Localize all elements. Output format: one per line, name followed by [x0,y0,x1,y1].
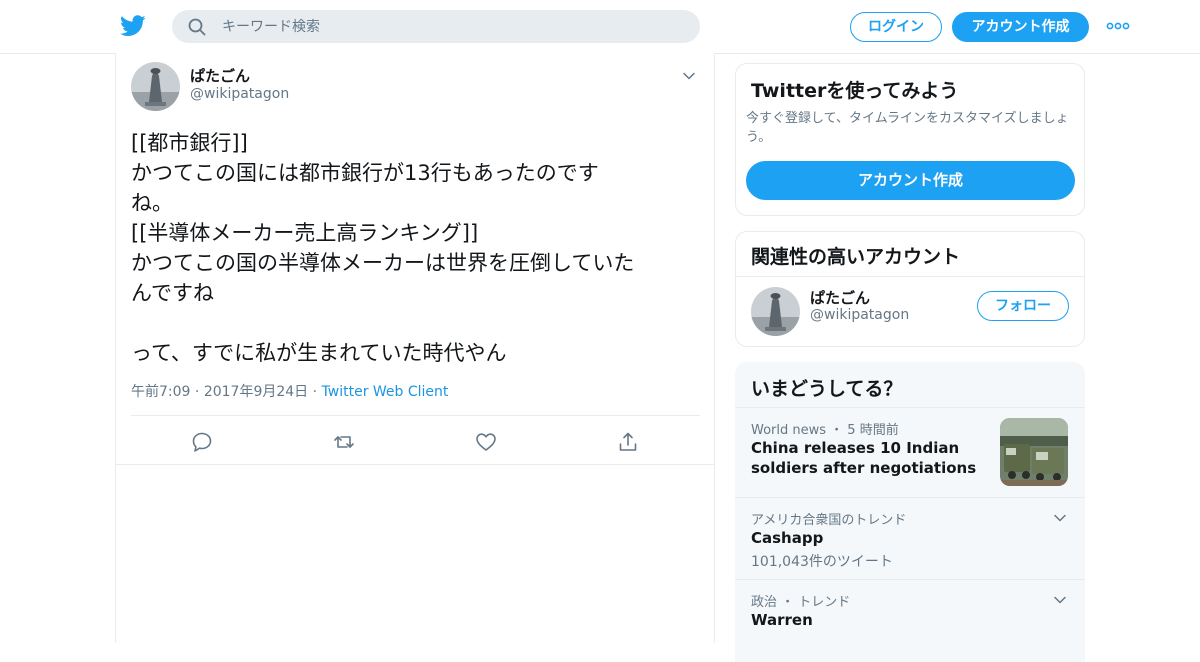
tweet-text: [[都市銀行]] かつてこの国には都市銀行が13行もあったのです ね。 [[半導… [131,131,635,365]
signup-card-description: 今すぐ登録して、タイムラインをカスタマイズしましょう。 [746,111,1069,145]
chevron-down-icon[interactable] [1053,511,1067,525]
search-bar[interactable] [172,10,700,43]
more-options-icon[interactable] [1106,18,1130,34]
trend-name: China releases 10 Indian soldiers after … [751,439,977,477]
divider [736,276,1084,277]
avatar[interactable] [131,62,180,111]
tweet-author-name[interactable]: ぱたごん [190,65,250,86]
login-button[interactable]: ログイン [850,12,942,42]
related-accounts-card: 関連性の高いアカウント ぱたごん @wikipatagon フォロー [735,231,1085,347]
trend-item[interactable]: World news ・ 5 時間前 China releases 10 Ind… [735,408,1085,497]
tweet-column: ぱたごん @wikipatagon [[都市銀行]] かつてこの国には都市銀行が… [115,53,715,643]
follow-button[interactable]: フォロー [977,291,1069,321]
heart-icon[interactable] [475,431,497,453]
twitter-logo-icon[interactable] [120,14,146,38]
signup-button[interactable]: アカウント作成 [952,12,1089,42]
related-accounts-title: 関連性の高いアカウント [751,246,961,268]
search-input[interactable] [222,10,662,43]
trend-tweet-count: 101,043件のツイート [751,554,893,570]
trend-item[interactable]: 政治 ・ トレンド Warren [735,580,1085,640]
trend-context: 政治 ・ トレンド [751,595,851,610]
tweet-date[interactable]: 2017年9月24日 [204,384,308,400]
related-account-name[interactable]: ぱたごん [810,287,870,308]
trends-title: いまどうしてる？ [751,378,903,400]
trend-item[interactable]: アメリカ合衆国のトレンド Cashapp 101,043件のツイート [735,498,1085,579]
signup-card-title: Twitterを使ってみよう [751,80,959,102]
trends-card: いまどうしてる？ World news ・ 5 時間前 China releas… [735,362,1085,662]
related-account-handle[interactable]: @wikipatagon [810,307,909,323]
news-image [1000,418,1068,486]
separator-dot: · [312,384,322,400]
tweet-time[interactable]: 午前7:09 [131,384,190,400]
avatar-image [131,62,180,111]
signup-card: Twitterを使ってみよう 今すぐ登録して、タイムラインをカスタマイズしましょ… [735,63,1085,216]
top-bar: ログイン アカウント作成 [0,0,1200,54]
avatar[interactable] [751,287,800,336]
reply-icon[interactable] [191,431,213,453]
tweet-author-handle[interactable]: @wikipatagon [190,86,289,102]
trend-context: World news ・ 5 時間前 [751,423,899,438]
retweet-icon[interactable] [333,431,355,453]
separator-dot: · [194,384,204,400]
tweet-client-link[interactable]: Twitter Web Client [322,384,449,400]
search-icon [188,18,206,36]
news-thumbnail[interactable] [1000,418,1068,486]
avatar-image [751,287,800,336]
trend-name: Cashapp [751,529,824,547]
trend-name: Warren [751,611,813,629]
chevron-down-icon[interactable] [682,69,696,83]
divider [131,415,700,416]
divider [116,464,714,465]
signup-card-button[interactable]: アカウント作成 [746,161,1075,200]
share-icon[interactable] [617,431,639,453]
tweet-metadata: 午前7:09 · 2017年9月24日 · Twitter Web Client [131,381,448,401]
trend-context: アメリカ合衆国のトレンド [751,513,907,528]
chevron-down-icon[interactable] [1053,593,1067,607]
